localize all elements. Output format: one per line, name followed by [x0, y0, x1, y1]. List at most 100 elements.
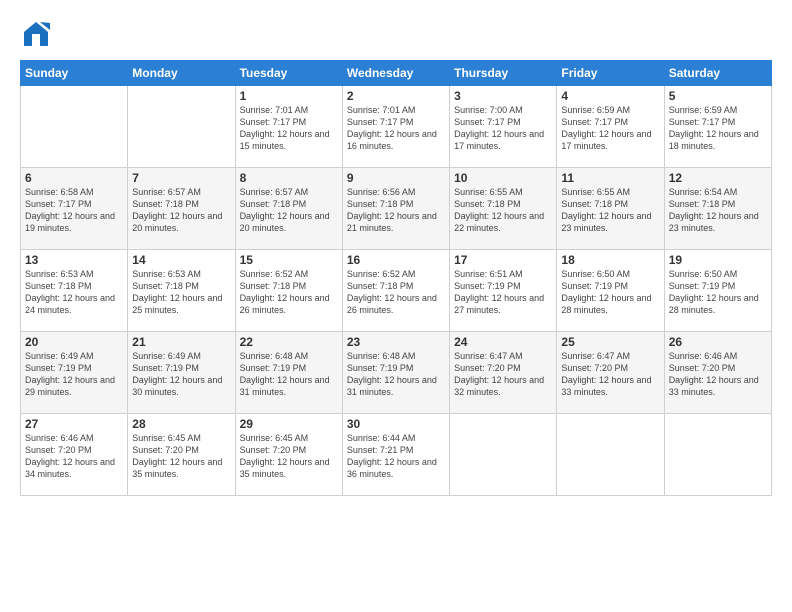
empty-cell: [21, 86, 128, 168]
day-number: 14: [132, 253, 230, 267]
day-cell-2: 2Sunrise: 7:01 AM Sunset: 7:17 PM Daylig…: [342, 86, 449, 168]
day-info: Sunrise: 6:49 AM Sunset: 7:19 PM Dayligh…: [132, 350, 230, 399]
day-cell-29: 29Sunrise: 6:45 AM Sunset: 7:20 PM Dayli…: [235, 414, 342, 496]
day-info: Sunrise: 6:57 AM Sunset: 7:18 PM Dayligh…: [132, 186, 230, 235]
day-cell-28: 28Sunrise: 6:45 AM Sunset: 7:20 PM Dayli…: [128, 414, 235, 496]
day-info: Sunrise: 6:48 AM Sunset: 7:19 PM Dayligh…: [347, 350, 445, 399]
day-number: 22: [240, 335, 338, 349]
calendar-table: SundayMondayTuesdayWednesdayThursdayFrid…: [20, 60, 772, 496]
day-number: 9: [347, 171, 445, 185]
day-info: Sunrise: 6:54 AM Sunset: 7:18 PM Dayligh…: [669, 186, 767, 235]
day-cell-12: 12Sunrise: 6:54 AM Sunset: 7:18 PM Dayli…: [664, 168, 771, 250]
day-info: Sunrise: 6:55 AM Sunset: 7:18 PM Dayligh…: [454, 186, 552, 235]
day-info: Sunrise: 7:01 AM Sunset: 7:17 PM Dayligh…: [240, 104, 338, 153]
day-info: Sunrise: 6:45 AM Sunset: 7:20 PM Dayligh…: [132, 432, 230, 481]
week-row-3: 13Sunrise: 6:53 AM Sunset: 7:18 PM Dayli…: [21, 250, 772, 332]
day-number: 11: [561, 171, 659, 185]
day-info: Sunrise: 6:57 AM Sunset: 7:18 PM Dayligh…: [240, 186, 338, 235]
day-info: Sunrise: 6:51 AM Sunset: 7:19 PM Dayligh…: [454, 268, 552, 317]
day-info: Sunrise: 6:55 AM Sunset: 7:18 PM Dayligh…: [561, 186, 659, 235]
day-info: Sunrise: 7:00 AM Sunset: 7:17 PM Dayligh…: [454, 104, 552, 153]
page: SundayMondayTuesdayWednesdayThursdayFrid…: [0, 0, 792, 612]
day-number: 4: [561, 89, 659, 103]
day-cell-17: 17Sunrise: 6:51 AM Sunset: 7:19 PM Dayli…: [450, 250, 557, 332]
day-cell-9: 9Sunrise: 6:56 AM Sunset: 7:18 PM Daylig…: [342, 168, 449, 250]
day-number: 2: [347, 89, 445, 103]
day-cell-19: 19Sunrise: 6:50 AM Sunset: 7:19 PM Dayli…: [664, 250, 771, 332]
day-cell-5: 5Sunrise: 6:59 AM Sunset: 7:17 PM Daylig…: [664, 86, 771, 168]
day-number: 29: [240, 417, 338, 431]
day-info: Sunrise: 6:49 AM Sunset: 7:19 PM Dayligh…: [25, 350, 123, 399]
day-number: 20: [25, 335, 123, 349]
day-number: 23: [347, 335, 445, 349]
week-row-2: 6Sunrise: 6:58 AM Sunset: 7:17 PM Daylig…: [21, 168, 772, 250]
weekday-header-thursday: Thursday: [450, 61, 557, 86]
day-info: Sunrise: 6:50 AM Sunset: 7:19 PM Dayligh…: [669, 268, 767, 317]
day-number: 27: [25, 417, 123, 431]
weekday-header-row: SundayMondayTuesdayWednesdayThursdayFrid…: [21, 61, 772, 86]
day-number: 12: [669, 171, 767, 185]
day-number: 10: [454, 171, 552, 185]
day-cell-10: 10Sunrise: 6:55 AM Sunset: 7:18 PM Dayli…: [450, 168, 557, 250]
day-info: Sunrise: 6:59 AM Sunset: 7:17 PM Dayligh…: [669, 104, 767, 153]
day-cell-30: 30Sunrise: 6:44 AM Sunset: 7:21 PM Dayli…: [342, 414, 449, 496]
day-info: Sunrise: 6:45 AM Sunset: 7:20 PM Dayligh…: [240, 432, 338, 481]
day-cell-1: 1Sunrise: 7:01 AM Sunset: 7:17 PM Daylig…: [235, 86, 342, 168]
day-info: Sunrise: 6:47 AM Sunset: 7:20 PM Dayligh…: [454, 350, 552, 399]
day-number: 7: [132, 171, 230, 185]
empty-cell: [664, 414, 771, 496]
day-number: 24: [454, 335, 552, 349]
empty-cell: [128, 86, 235, 168]
day-info: Sunrise: 6:48 AM Sunset: 7:19 PM Dayligh…: [240, 350, 338, 399]
weekday-header-monday: Monday: [128, 61, 235, 86]
weekday-header-tuesday: Tuesday: [235, 61, 342, 86]
day-number: 19: [669, 253, 767, 267]
day-cell-13: 13Sunrise: 6:53 AM Sunset: 7:18 PM Dayli…: [21, 250, 128, 332]
day-number: 15: [240, 253, 338, 267]
day-number: 8: [240, 171, 338, 185]
day-cell-8: 8Sunrise: 6:57 AM Sunset: 7:18 PM Daylig…: [235, 168, 342, 250]
week-row-4: 20Sunrise: 6:49 AM Sunset: 7:19 PM Dayli…: [21, 332, 772, 414]
day-info: Sunrise: 6:53 AM Sunset: 7:18 PM Dayligh…: [25, 268, 123, 317]
day-info: Sunrise: 6:52 AM Sunset: 7:18 PM Dayligh…: [347, 268, 445, 317]
day-info: Sunrise: 6:46 AM Sunset: 7:20 PM Dayligh…: [25, 432, 123, 481]
day-cell-16: 16Sunrise: 6:52 AM Sunset: 7:18 PM Dayli…: [342, 250, 449, 332]
day-number: 6: [25, 171, 123, 185]
day-number: 5: [669, 89, 767, 103]
weekday-header-friday: Friday: [557, 61, 664, 86]
day-number: 30: [347, 417, 445, 431]
day-number: 28: [132, 417, 230, 431]
day-info: Sunrise: 6:46 AM Sunset: 7:20 PM Dayligh…: [669, 350, 767, 399]
day-number: 1: [240, 89, 338, 103]
day-cell-26: 26Sunrise: 6:46 AM Sunset: 7:20 PM Dayli…: [664, 332, 771, 414]
empty-cell: [557, 414, 664, 496]
week-row-1: 1Sunrise: 7:01 AM Sunset: 7:17 PM Daylig…: [21, 86, 772, 168]
day-info: Sunrise: 6:52 AM Sunset: 7:18 PM Dayligh…: [240, 268, 338, 317]
weekday-header-sunday: Sunday: [21, 61, 128, 86]
day-number: 25: [561, 335, 659, 349]
day-cell-21: 21Sunrise: 6:49 AM Sunset: 7:19 PM Dayli…: [128, 332, 235, 414]
day-cell-20: 20Sunrise: 6:49 AM Sunset: 7:19 PM Dayli…: [21, 332, 128, 414]
day-info: Sunrise: 6:47 AM Sunset: 7:20 PM Dayligh…: [561, 350, 659, 399]
day-number: 16: [347, 253, 445, 267]
day-cell-23: 23Sunrise: 6:48 AM Sunset: 7:19 PM Dayli…: [342, 332, 449, 414]
day-number: 13: [25, 253, 123, 267]
day-cell-14: 14Sunrise: 6:53 AM Sunset: 7:18 PM Dayli…: [128, 250, 235, 332]
day-cell-3: 3Sunrise: 7:00 AM Sunset: 7:17 PM Daylig…: [450, 86, 557, 168]
empty-cell: [450, 414, 557, 496]
day-number: 3: [454, 89, 552, 103]
day-cell-15: 15Sunrise: 6:52 AM Sunset: 7:18 PM Dayli…: [235, 250, 342, 332]
day-cell-11: 11Sunrise: 6:55 AM Sunset: 7:18 PM Dayli…: [557, 168, 664, 250]
day-cell-6: 6Sunrise: 6:58 AM Sunset: 7:17 PM Daylig…: [21, 168, 128, 250]
day-info: Sunrise: 6:53 AM Sunset: 7:18 PM Dayligh…: [132, 268, 230, 317]
logo: [20, 18, 56, 50]
day-cell-27: 27Sunrise: 6:46 AM Sunset: 7:20 PM Dayli…: [21, 414, 128, 496]
logo-icon: [20, 18, 52, 50]
day-info: Sunrise: 6:59 AM Sunset: 7:17 PM Dayligh…: [561, 104, 659, 153]
day-cell-25: 25Sunrise: 6:47 AM Sunset: 7:20 PM Dayli…: [557, 332, 664, 414]
day-cell-7: 7Sunrise: 6:57 AM Sunset: 7:18 PM Daylig…: [128, 168, 235, 250]
day-number: 21: [132, 335, 230, 349]
day-cell-24: 24Sunrise: 6:47 AM Sunset: 7:20 PM Dayli…: [450, 332, 557, 414]
day-info: Sunrise: 6:58 AM Sunset: 7:17 PM Dayligh…: [25, 186, 123, 235]
day-number: 17: [454, 253, 552, 267]
